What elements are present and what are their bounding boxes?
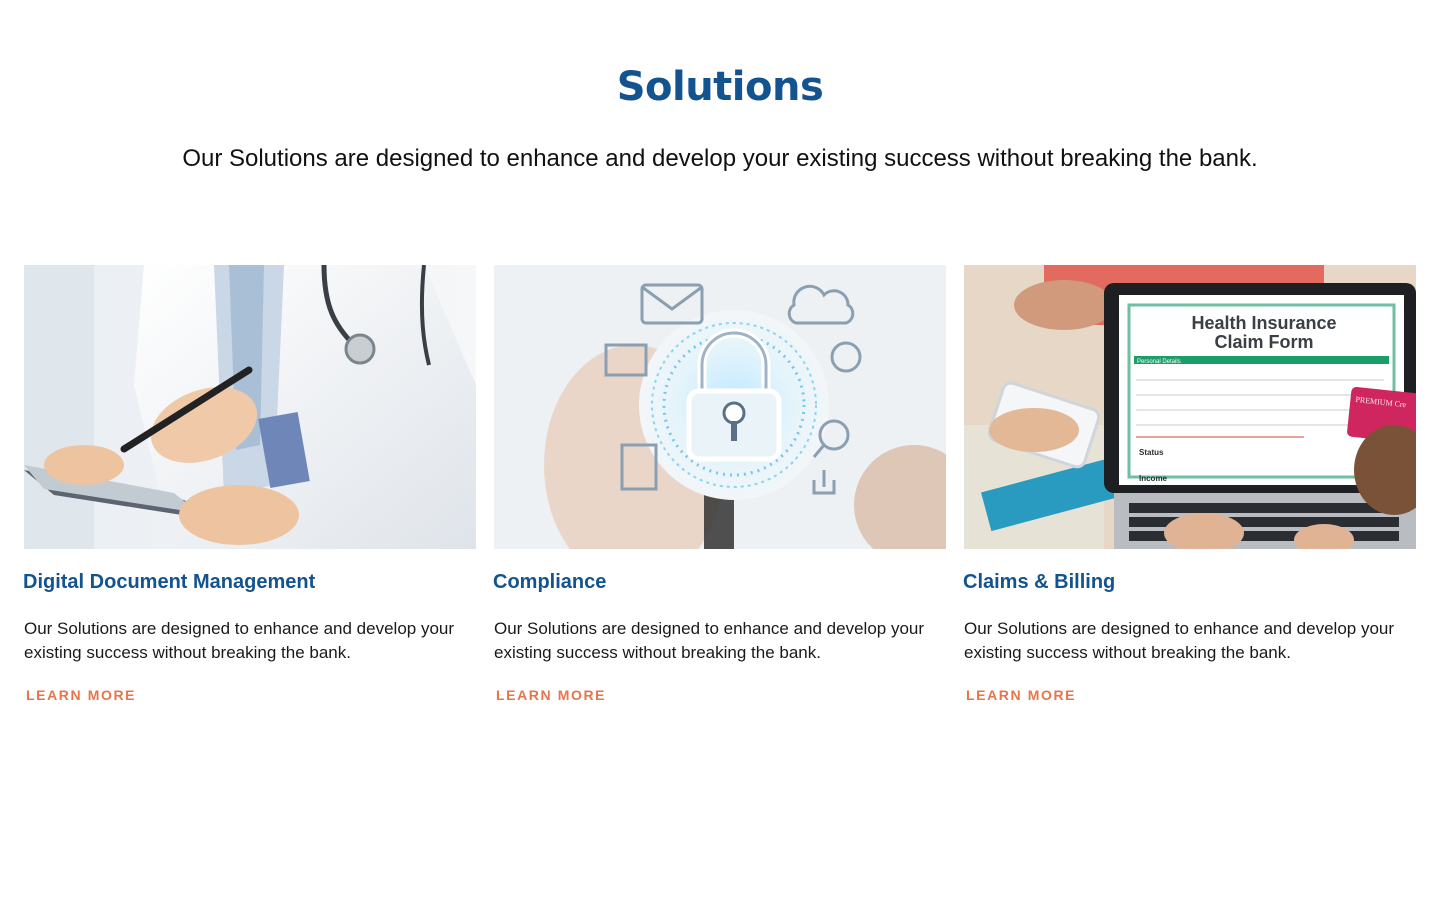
solution-card-document-management: Digital Document Management Our Solution… [23, 265, 476, 705]
section-subtitle: Our Solutions are designed to enhance an… [182, 145, 1258, 172]
insurance-claim-laptop-image[interactable]: Health Insurance Claim Form Personal Det… [964, 265, 1416, 549]
card-description: Our Solutions are designed to enhance an… [494, 619, 925, 662]
form-income-label: Income [1139, 474, 1168, 483]
learn-more-link[interactable]: LEARN MORE [496, 687, 606, 703]
form-title-line1: Health Insurance [1191, 313, 1336, 333]
section-title: Solutions [616, 64, 824, 110]
learn-more-link[interactable]: LEARN MORE [966, 687, 1076, 703]
solutions-section: Solutions Our Solutions are designed to … [0, 0, 1440, 900]
solution-card-claims-billing: Health Insurance Claim Form Personal Det… [963, 265, 1416, 705]
doctor-with-tablet-image[interactable] [24, 265, 476, 549]
form-title-line2: Claim Form [1214, 332, 1313, 352]
learn-more-link[interactable]: LEARN MORE [26, 687, 136, 703]
card-title: Digital Document Management [23, 571, 316, 593]
security-lock-image[interactable] [494, 265, 946, 549]
form-status-label: Status [1139, 448, 1164, 457]
card-description: Our Solutions are designed to enhance an… [964, 619, 1395, 662]
card-title: Compliance [493, 571, 607, 593]
card-title: Claims & Billing [963, 571, 1116, 593]
form-section-label: Personal Details [1137, 359, 1181, 365]
card-description: Our Solutions are designed to enhance an… [24, 619, 455, 662]
solution-card-compliance: Compliance Our Solutions are designed to… [493, 265, 946, 705]
